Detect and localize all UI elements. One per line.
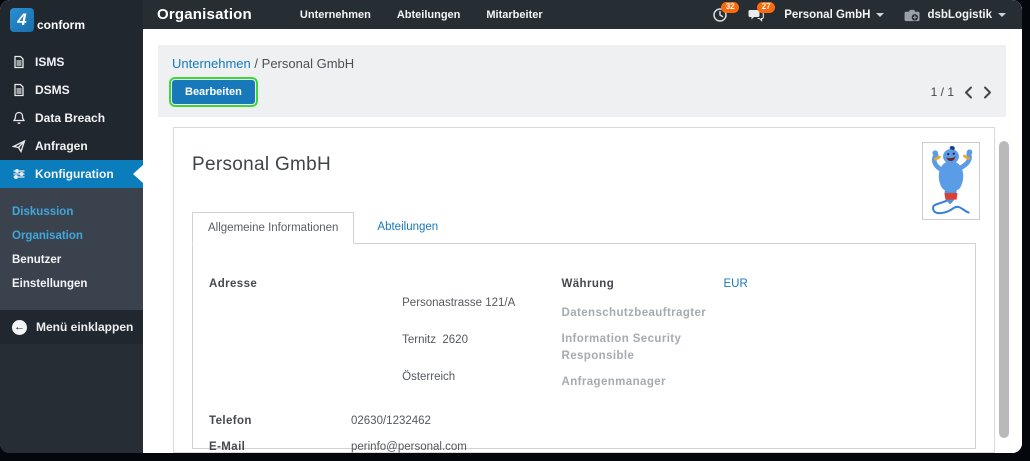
arrow-left-circle-icon: ← — [12, 319, 27, 335]
chat-badge: 27 — [757, 1, 776, 13]
general-info-panel: Adresse Personastrasse 121/A Ternitz 262… — [192, 243, 976, 453]
company-dropdown[interactable]: Personal GmbH — [784, 8, 885, 21]
field-value: perinfo@personal.com — [351, 441, 467, 453]
topbar-nav: Unternehmen Abteilungen Mitarbeiter — [300, 9, 543, 21]
tab-allgemeine-informationen[interactable]: Allgemeine Informationen — [192, 212, 355, 244]
submenu-item-einstellungen[interactable]: Einstellungen — [0, 272, 143, 296]
topnav-unternehmen[interactable]: Unternehmen — [300, 9, 371, 21]
card-tabs: Allgemeine Informationen Abteilungen — [192, 212, 976, 244]
sidebar-item-label: DSMS — [35, 83, 70, 97]
konfiguration-submenu: Diskussion Organisation Benutzer Einstel… — [0, 188, 143, 310]
messages-button[interactable]: 27 — [748, 1, 776, 23]
field-label: Information Security Responsible — [561, 333, 682, 362]
field-adresse: Adresse Personastrasse 121/A Ternitz 262… — [209, 276, 562, 404]
topnav-abteilungen[interactable]: Abteilungen — [397, 9, 461, 21]
field-label: Datenschutzbeauftragter — [561, 307, 707, 319]
topbar-right: 32 27 Personal GmbH dsbLogistik — [712, 1, 1006, 23]
sidebar-item-data-breach[interactable]: Data Breach — [0, 104, 143, 132]
company-logo-image — [922, 142, 980, 220]
company-name-heading: Personal GmbH — [192, 154, 332, 175]
sidebar-item-label: ISMS — [35, 55, 65, 69]
sidebar-item-label: Anfragen — [35, 139, 88, 153]
chevron-right-icon[interactable] — [983, 86, 992, 99]
currency-link[interactable]: EUR — [724, 276, 748, 293]
topbar: Organisation Unternehmen Abteilungen Mit… — [143, 0, 1022, 29]
sidebar-nav: ISMS DSMS Data Breach Anfragen Konfigura… — [0, 48, 143, 188]
address-line: Personastrasse 121/A — [402, 297, 516, 309]
clock-badge: 32 — [721, 1, 740, 13]
field-label: Telefon — [209, 415, 252, 427]
content-area: Unternehmen / Personal GmbH Bearbeiten 1… — [143, 29, 1022, 453]
sidebar-filler — [0, 344, 143, 453]
address-line: Österreich — [402, 371, 456, 383]
info-column-left: Adresse Personastrasse 121/A Ternitz 262… — [209, 276, 562, 453]
bell-icon — [12, 111, 26, 124]
breadcrumb: Unternehmen / Personal GmbH — [172, 56, 992, 71]
active-item-notch — [133, 165, 143, 183]
breadcrumb-current: Personal GmbH — [261, 56, 355, 71]
field-telefon: Telefon 02630/1232462 — [209, 413, 562, 430]
sidebar: 4 conform ISMS DSMS Data Breach Anfragen — [0, 0, 143, 453]
collapse-menu-button[interactable]: ← Menü einklappen — [0, 310, 143, 344]
caret-down-icon — [998, 12, 1006, 17]
logo-4-icon: 4 — [10, 8, 34, 32]
breadcrumb-unternehmen-link[interactable]: Unternehmen — [172, 56, 251, 71]
info-column-right: Währung EUR Datenschutzbeauftragter Info… — [562, 276, 960, 438]
sidebar-item-anfragen[interactable]: Anfragen — [0, 132, 143, 160]
field-email: E-Mail perinfo@personal.com — [209, 439, 562, 453]
header-actions-row: Bearbeiten 1 / 1 — [169, 77, 992, 107]
tasks-clock-button[interactable]: 32 — [712, 1, 740, 23]
submenu-item-organisation[interactable]: Organisation — [0, 224, 143, 248]
sidebar-item-label: Data Breach — [35, 111, 106, 125]
field-value: Personastrasse 121/A Ternitz 2620 Österr… — [351, 276, 515, 404]
page-header-panel: Unternehmen / Personal GmbH Bearbeiten 1… — [158, 45, 1006, 117]
tab-abteilungen[interactable]: Abteilungen — [362, 212, 453, 243]
genie-illustration — [931, 145, 973, 215]
submenu-item-diskussion[interactable]: Diskussion — [0, 200, 143, 224]
field-label: Währung — [561, 278, 615, 290]
pagination-label: 1 / 1 — [930, 85, 954, 99]
field-information-security-responsible: Information Security Responsible — [562, 331, 960, 365]
field-anfragenmanager: Anfragenmanager — [562, 374, 960, 391]
document-icon — [14, 55, 24, 69]
logo-text: conform — [37, 18, 85, 32]
company-dropdown-label: Personal GmbH — [784, 8, 871, 21]
user-dropdown-label: dsbLogistik — [927, 8, 992, 21]
field-waehrung: Währung EUR — [562, 276, 960, 293]
scrollbar-thumb[interactable] — [999, 141, 1009, 438]
camera-plus-icon — [905, 9, 920, 21]
chevron-left-icon[interactable] — [964, 86, 973, 99]
address-line: Ternitz 2620 — [402, 334, 468, 346]
collapse-menu-label: Menü einklappen — [36, 320, 134, 334]
document-icon — [14, 83, 24, 97]
field-value: 02630/1232462 — [351, 415, 431, 427]
sidebar-item-konfiguration[interactable]: Konfiguration — [0, 160, 143, 188]
field-label: Anfragenmanager — [561, 376, 666, 388]
bearbeiten-button[interactable]: Bearbeiten — [169, 77, 258, 107]
app-window: 4 conform ISMS DSMS Data Breach Anfragen — [0, 0, 1022, 453]
main-area: Organisation Unternehmen Abteilungen Mit… — [143, 0, 1022, 453]
user-dropdown[interactable]: dsbLogistik — [904, 8, 1006, 22]
app-logo[interactable]: 4 conform — [0, 0, 143, 36]
page-title: Organisation — [157, 6, 252, 23]
topnav-mitarbeiter[interactable]: Mitarbeiter — [486, 9, 542, 21]
sidebar-item-isms[interactable]: ISMS — [0, 48, 143, 76]
submenu-item-benutzer[interactable]: Benutzer — [0, 248, 143, 272]
field-label: E-Mail — [209, 441, 246, 453]
sidebar-item-dsms[interactable]: DSMS — [0, 76, 143, 104]
pagination: 1 / 1 — [931, 85, 992, 99]
sidebar-item-label: Konfiguration — [35, 167, 114, 181]
field-datenschutzbeauftragter: Datenschutzbeauftragter — [562, 305, 960, 322]
breadcrumb-separator: / — [254, 56, 259, 71]
paper-plane-icon — [12, 139, 26, 153]
content-scrollbar[interactable] — [999, 141, 1009, 447]
caret-down-icon — [876, 12, 885, 17]
field-label: Adresse — [209, 278, 258, 290]
sliders-icon — [13, 169, 25, 179]
company-detail-card: Personal GmbH Allgemeine Informationen A… — [173, 127, 995, 453]
